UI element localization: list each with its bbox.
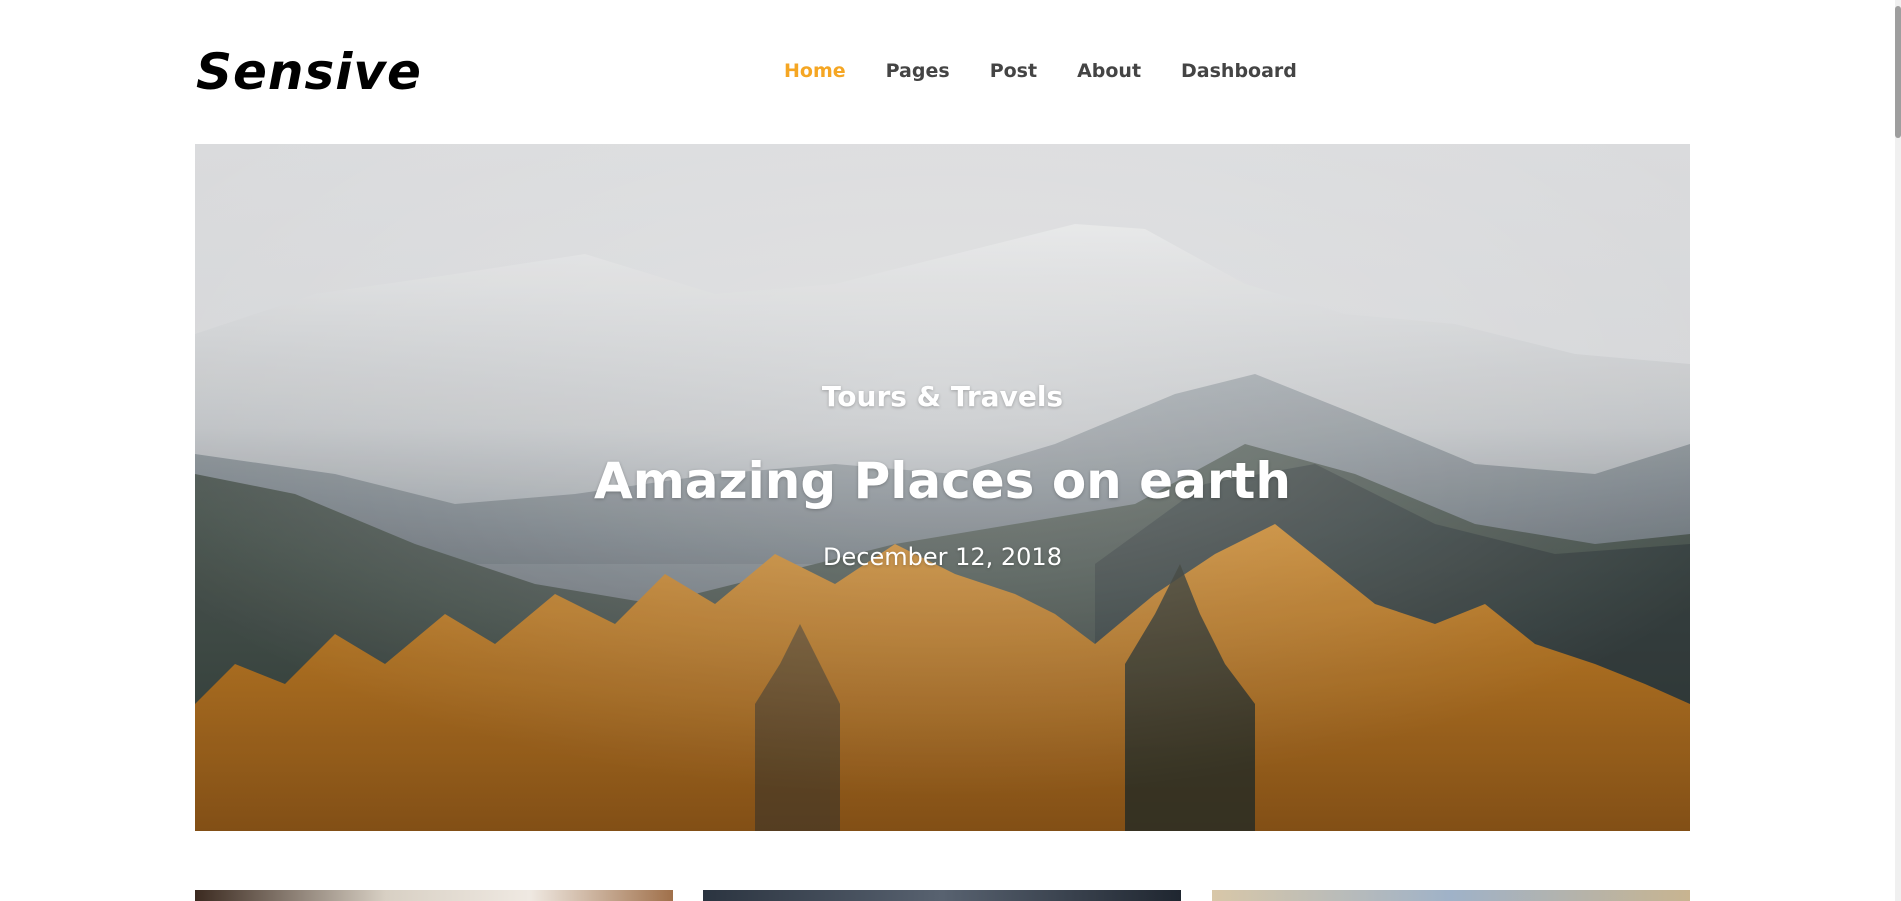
page: Sensive Home Pages Post About Dashboard [0,0,1901,901]
post-card-image[interactable] [1212,890,1690,901]
post-card-image[interactable] [195,890,673,901]
hero-banner[interactable]: Tours & Travels Amazing Places on earth … [195,144,1690,831]
scrollbar-thumb[interactable] [1895,6,1901,138]
nav-item-home[interactable]: Home [784,56,846,86]
nav-item-pages[interactable]: Pages [886,56,950,86]
nav-item-post[interactable]: Post [990,56,1037,86]
hero-title[interactable]: Amazing Places on earth [195,452,1690,510]
nav-item-about[interactable]: About [1077,56,1141,86]
main-nav: Home Pages Post About Dashboard [784,56,1337,86]
post-card-image[interactable] [703,890,1181,901]
hero-category[interactable]: Tours & Travels [195,380,1690,413]
nav-item-dashboard[interactable]: Dashboard [1181,56,1297,86]
page-scrollbar[interactable] [1895,0,1901,901]
hero-date: December 12, 2018 [823,543,1062,571]
site-logo[interactable]: Sensive [196,38,422,106]
